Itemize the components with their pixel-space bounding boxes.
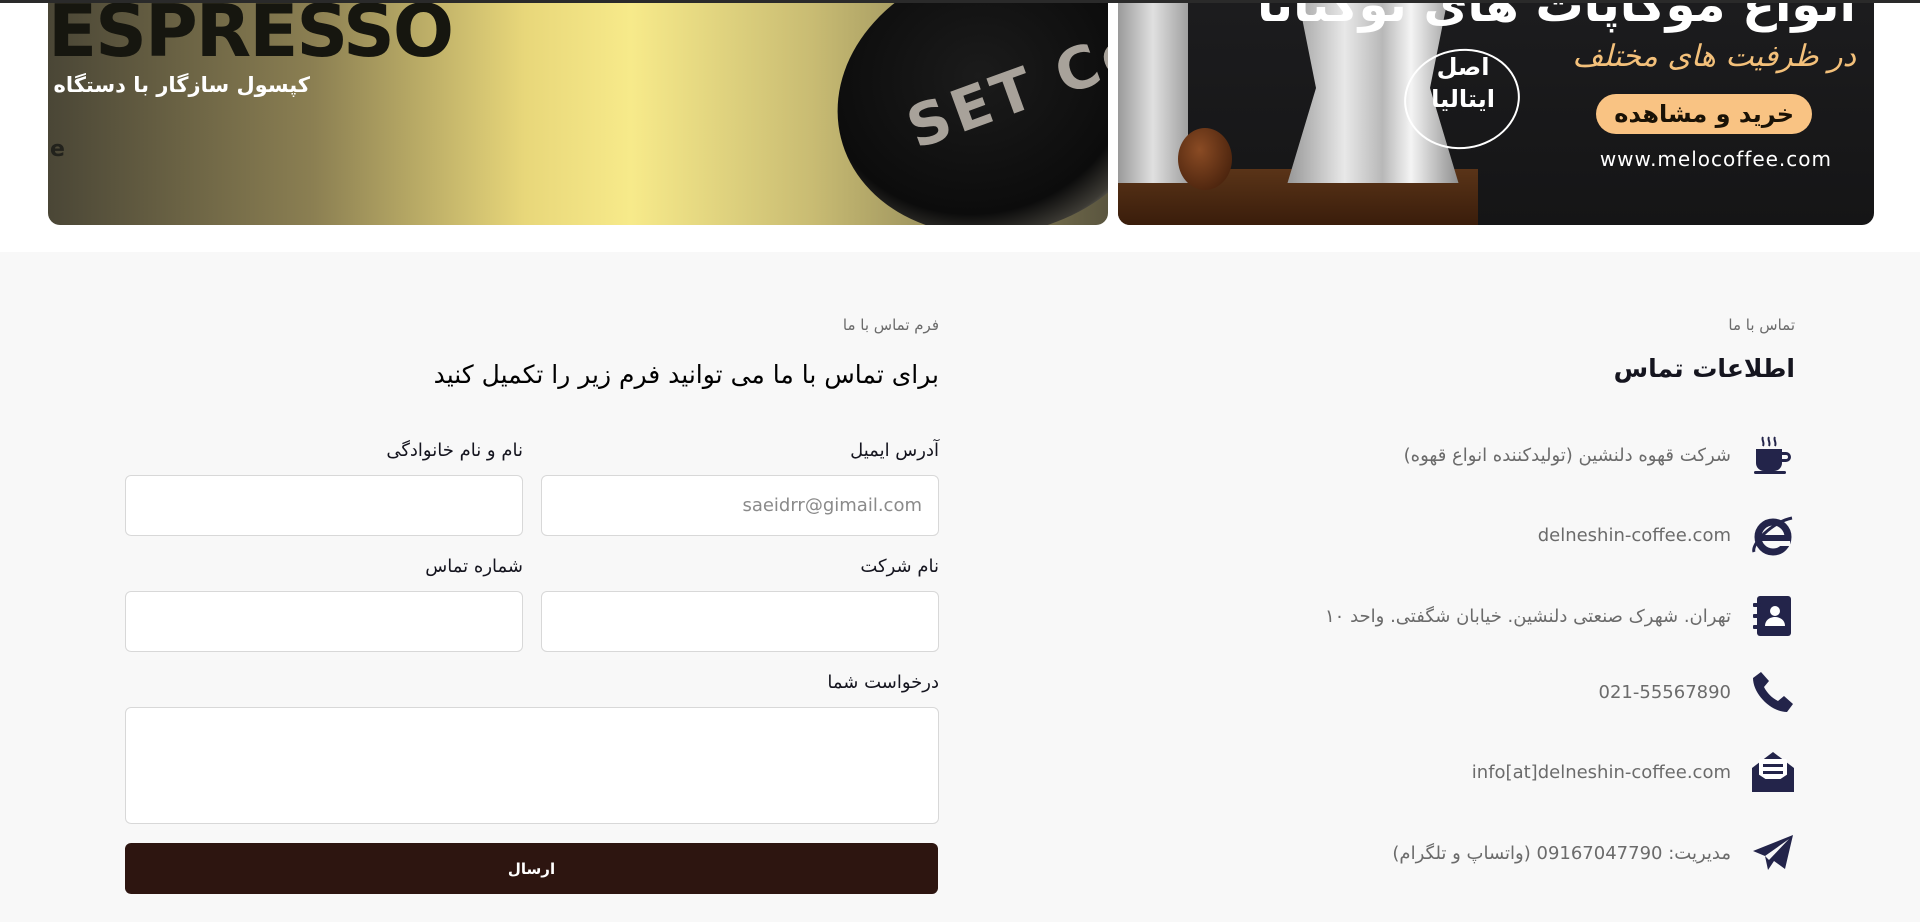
contact-item-company: شرکت قهوه دلنشین (تولیدکننده انواع قهوه) bbox=[1404, 430, 1797, 480]
form-section-label: فرم تماس با ما bbox=[842, 316, 939, 334]
full-name-input[interactable] bbox=[125, 475, 523, 536]
address-book-icon bbox=[1749, 592, 1797, 640]
banner-brand-text: ESPRESSO bbox=[48, 3, 454, 73]
banner-subheading: در ظرفیت های مختلف bbox=[1572, 39, 1856, 74]
company-name-text: شرکت قهوه دلنشین (تولیدکننده انواع قهوه) bbox=[1403, 444, 1731, 466]
request-textarea[interactable] bbox=[125, 707, 939, 824]
website-text[interactable]: delneshin-coffee.com bbox=[1538, 525, 1731, 546]
request-label: درخواست شما bbox=[827, 672, 939, 693]
contact-item-address: تهران. شهرک صنعتی دلنشین. خیابان شگفتی. … bbox=[1325, 591, 1797, 641]
banner-url: www.melocoffee.com bbox=[1599, 147, 1832, 171]
form-title: برای تماس با ما می توانید فرم زیر را تکم… bbox=[433, 360, 939, 389]
buy-and-view-button[interactable]: خرید و مشاهده bbox=[1596, 94, 1812, 134]
contact-item-management[interactable]: مدیریت: 09167047790 (واتساپ و تلگرام) bbox=[1392, 828, 1797, 878]
original-italy-badge: اصل ایتالیا bbox=[1431, 53, 1495, 113]
contact-section-label: تماس با ما bbox=[1728, 316, 1795, 334]
banner-caption: کپسول سازگار با دستگاه bbox=[53, 73, 310, 97]
company-input[interactable] bbox=[541, 591, 939, 652]
envelope-open-icon bbox=[1749, 748, 1797, 796]
company-label: نام شرکت bbox=[860, 556, 939, 577]
paper-plane-icon bbox=[1749, 829, 1797, 877]
phone-input[interactable] bbox=[125, 591, 523, 652]
email-label: آدرس ایمیل bbox=[850, 440, 939, 461]
full-name-label: نام و نام خانوادگی bbox=[386, 440, 523, 461]
banner-heading: انواع موکاپات های توگنانا bbox=[1257, 3, 1856, 33]
email-input[interactable] bbox=[541, 475, 939, 536]
phone-icon bbox=[1749, 668, 1797, 716]
banner-small-text: e bbox=[50, 137, 65, 162]
phone-text[interactable]: 021-55567890 bbox=[1599, 682, 1731, 703]
submit-button[interactable]: ارسال bbox=[125, 843, 938, 894]
contact-item-phone[interactable]: 021-55567890 bbox=[1599, 667, 1797, 717]
email-text[interactable]: info[at]delneshin-coffee.com bbox=[1472, 762, 1731, 783]
espresso-capsule-banner[interactable]: ESPRESSO کپسول سازگار با دستگاه e SET Co… bbox=[48, 3, 1108, 225]
coffee-cup-icon bbox=[1749, 431, 1797, 479]
contact-info-title: اطلاعات تماس bbox=[1613, 354, 1795, 383]
contact-item-email[interactable]: info[at]delneshin-coffee.com bbox=[1472, 747, 1797, 797]
moka-pot-banner[interactable]: اصل ایتالیا انواع موکاپات های توگنانا در… bbox=[1118, 3, 1874, 225]
address-text: تهران. شهرک صنعتی دلنشین. خیابان شگفتی. … bbox=[1325, 605, 1731, 627]
coffee-bean-image bbox=[1178, 128, 1232, 190]
contact-item-website[interactable]: delneshin-coffee.com bbox=[1538, 510, 1797, 560]
phone-label: شماره تماس bbox=[425, 556, 523, 577]
internet-explorer-icon bbox=[1749, 511, 1797, 559]
management-contact-text[interactable]: مدیریت: 09167047790 (واتساپ و تلگرام) bbox=[1392, 843, 1731, 864]
